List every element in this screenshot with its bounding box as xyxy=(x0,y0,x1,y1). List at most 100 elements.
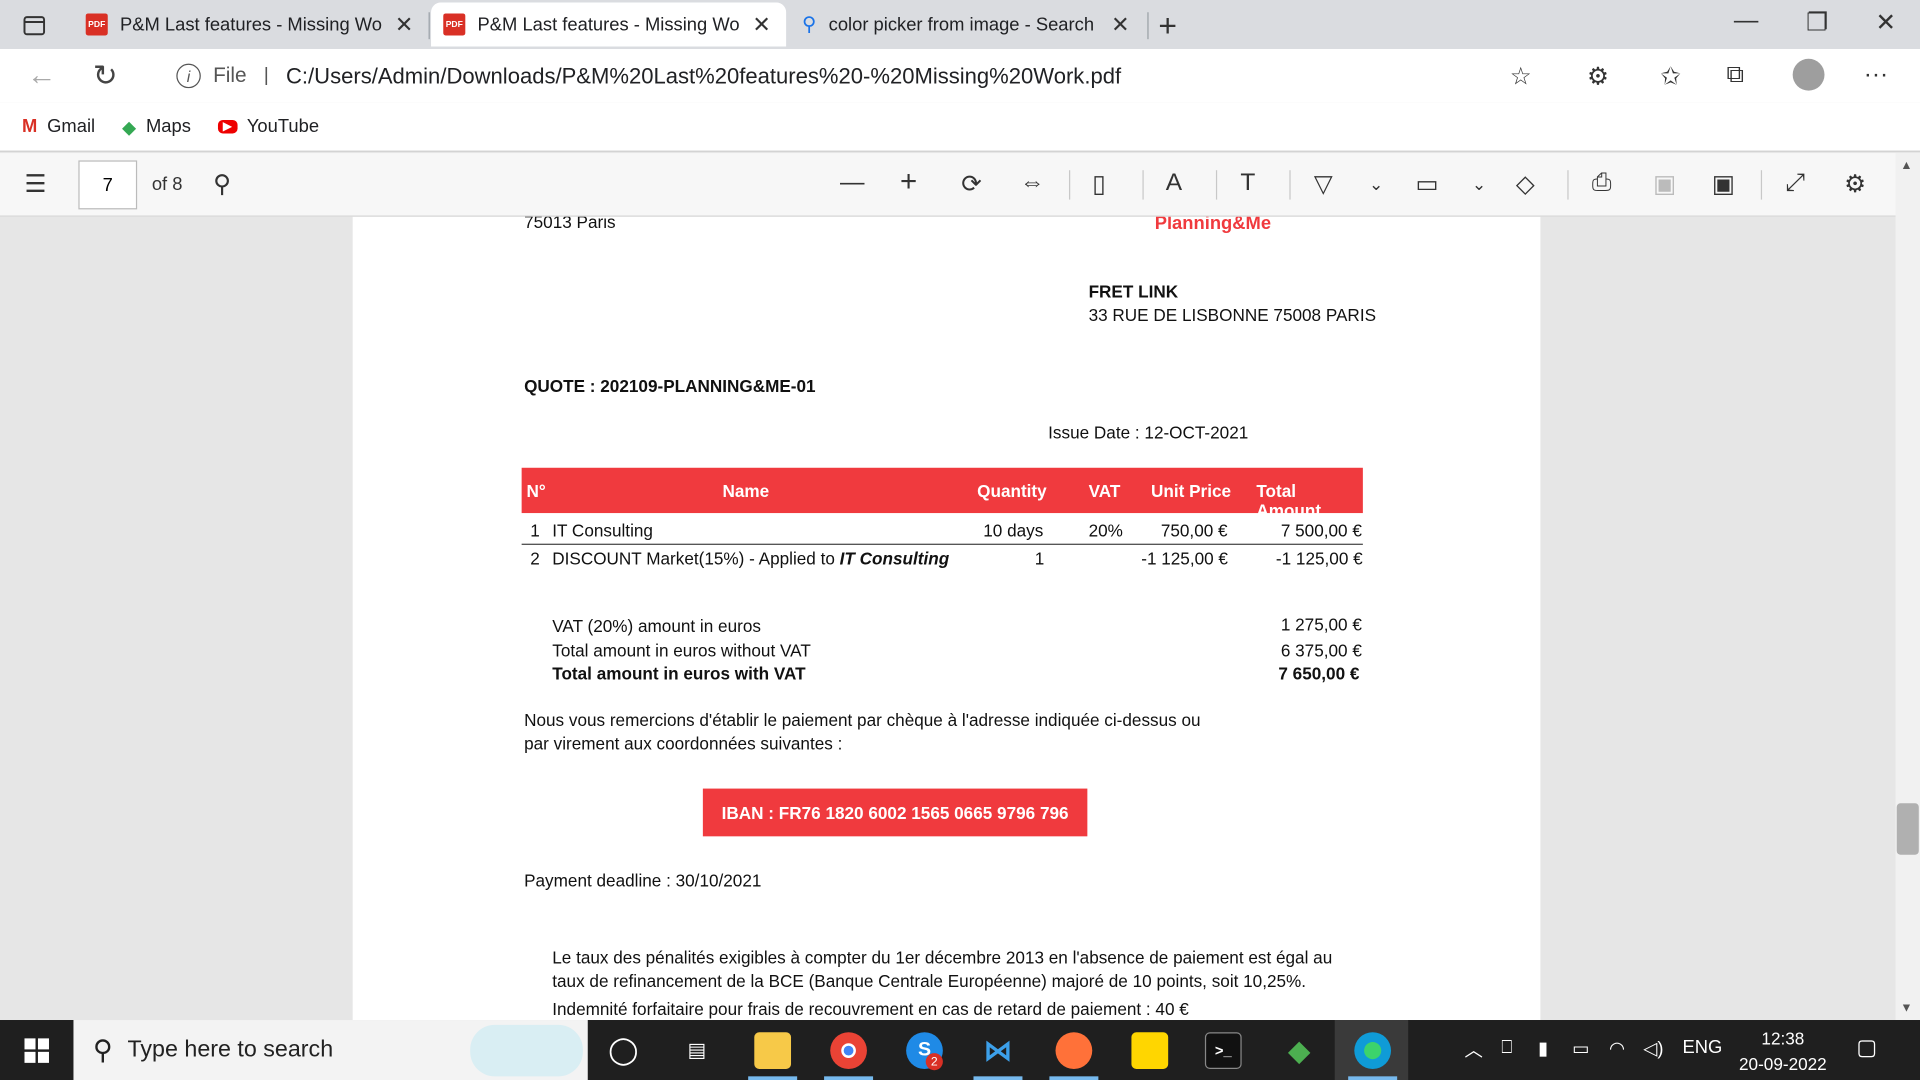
read-aloud-icon[interactable]: A xyxy=(1166,169,1182,197)
tab-separator xyxy=(1147,12,1149,40)
issue-date: Issue Date : 12-OCT-2021 xyxy=(1048,422,1249,443)
row-name: DISCOUNT Market(15%) - Applied to IT Con… xyxy=(552,549,949,569)
new-tab-icon[interactable]: + xyxy=(1158,7,1177,45)
highlight-icon[interactable]: ▭ xyxy=(1416,169,1439,200)
language-indicator[interactable]: ENG xyxy=(1682,1037,1722,1058)
page-number-input[interactable]: 7 xyxy=(78,160,138,210)
draw-icon[interactable]: ▽ xyxy=(1314,169,1333,200)
minimize-icon[interactable]: — xyxy=(1722,7,1771,35)
zoom-in-icon[interactable]: + xyxy=(900,165,917,199)
toolbar-separator xyxy=(1289,170,1291,200)
save-icon[interactable]: ▣ xyxy=(1653,169,1676,200)
clock[interactable]: 12:38 20-09-2022 xyxy=(1734,1026,1832,1077)
table-of-contents-icon[interactable]: ☰ xyxy=(24,169,46,200)
clock-date: 20-09-2022 xyxy=(1739,1054,1827,1074)
fullscreen-icon[interactable]: ⤢ xyxy=(1785,169,1805,197)
total-with-vat-label: Total amount in euros with VAT xyxy=(552,663,806,684)
bookmark-maps[interactable]: ◆ Maps xyxy=(122,116,191,137)
scroll-down-icon[interactable]: ▼ xyxy=(1900,1002,1912,1015)
app-icon[interactable]: ◆ xyxy=(1281,1032,1318,1069)
refresh-icon[interactable]: ↻ xyxy=(93,59,118,95)
scroll-up-icon[interactable]: ▲ xyxy=(1900,159,1912,172)
chevron-up-icon[interactable]: ︿ xyxy=(1465,1037,1483,1063)
avatar[interactable] xyxy=(1792,58,1825,91)
edge-icon[interactable] xyxy=(1354,1032,1392,1069)
add-text-icon[interactable]: T xyxy=(1240,169,1255,197)
chevron-down-icon[interactable]: ⌄ xyxy=(1472,174,1486,195)
penalty-text-1: Le taux des pénalités exigibles à compte… xyxy=(552,947,1333,968)
favorites-icon[interactable]: ✩ xyxy=(1660,61,1681,92)
quote-number: QUOTE : 202109-PLANNING&ME-01 xyxy=(524,375,816,396)
bookmark-youtube[interactable]: ▶ YouTube xyxy=(217,116,319,137)
windows-start-icon[interactable] xyxy=(24,1038,49,1063)
toolbar-separator xyxy=(1567,170,1569,200)
print-icon[interactable]: ⎙ xyxy=(1592,169,1612,197)
url-divider: | xyxy=(263,64,269,86)
row-total: 7 500,00 € xyxy=(1280,520,1362,541)
search-icon[interactable]: ⚲ xyxy=(213,169,231,200)
window-close-icon[interactable]: ✕ xyxy=(1861,7,1910,38)
chevron-down-icon[interactable]: ⌄ xyxy=(1369,174,1383,195)
collections-icon[interactable]: ⧉ xyxy=(1727,61,1744,89)
eraser-icon[interactable]: ◇ xyxy=(1516,169,1535,200)
extensions-icon[interactable]: ⚙ xyxy=(1587,61,1609,92)
vscode-icon[interactable]: ⋈ xyxy=(980,1032,1017,1069)
payment-text-2: par virement aux coordonnées suivantes : xyxy=(524,733,843,754)
row-name-applied-item: IT Consulting xyxy=(839,548,950,569)
file-explorer-icon[interactable] xyxy=(754,1032,792,1069)
zoom-out-icon[interactable]: — xyxy=(840,169,864,197)
tab-title: color picker from image - Search xyxy=(828,14,1095,35)
close-icon[interactable]: ✕ xyxy=(1108,12,1132,38)
row-total: -1 125,00 € xyxy=(1275,548,1363,569)
row-number: 1 xyxy=(530,520,540,541)
page-view-icon[interactable]: ▯ xyxy=(1092,169,1105,200)
sticky-notes-icon[interactable] xyxy=(1131,1032,1169,1069)
tab-actions-icon[interactable] xyxy=(12,10,56,42)
terminal-icon[interactable]: >_ xyxy=(1204,1032,1242,1069)
rotate-icon[interactable]: ⟳ xyxy=(961,169,982,200)
recipient-name: FRET LINK xyxy=(1088,281,1179,302)
close-icon[interactable]: ✕ xyxy=(392,12,416,38)
scrollbar-thumb[interactable] xyxy=(1896,803,1919,855)
back-icon[interactable]: ← xyxy=(27,59,56,93)
task-view-icon[interactable]: ◯ xyxy=(605,1032,642,1069)
total-with-vat-value: 7 650,00 € xyxy=(1278,663,1360,684)
close-icon[interactable]: ✕ xyxy=(749,12,773,38)
microphone-icon[interactable]: ▮ xyxy=(1538,1037,1548,1059)
search-icon: ⚲ xyxy=(93,1034,113,1065)
vertical-scrollbar[interactable] xyxy=(1895,153,1920,1021)
fit-width-icon[interactable]: ⇔ xyxy=(1020,169,1044,197)
app-active-indicator xyxy=(824,1076,874,1080)
row-quantity: 1 xyxy=(1034,548,1045,569)
pdf-viewport[interactable]: 75013 Paris Planning&Me FRET LINK 33 RUE… xyxy=(0,216,1896,1021)
pdf-icon: PDF xyxy=(85,13,108,36)
wifi-icon[interactable]: ◠ xyxy=(1609,1037,1625,1059)
chrome-icon[interactable] xyxy=(830,1032,867,1069)
bookmark-gmail[interactable]: M Gmail xyxy=(22,116,95,137)
widgets-icon[interactable]: ▤ xyxy=(678,1032,715,1069)
col-vat: VAT xyxy=(1088,481,1121,501)
youtube-icon: ▶ xyxy=(217,120,238,134)
total-without-vat-label: Total amount in euros without VAT xyxy=(552,640,811,661)
tab-pdf-1[interactable]: PDF P&M Last features - Missing Wo ✕ xyxy=(73,2,428,46)
col-unit-price: Unit Price xyxy=(1151,481,1232,501)
recipient-address: 33 RUE DE LISBONNE 75008 PARIS xyxy=(1088,304,1377,325)
meet-now-icon[interactable]: ⎕ xyxy=(1501,1037,1512,1058)
settings-icon[interactable]: ⚙ xyxy=(1844,169,1866,200)
url-field[interactable]: i File | C:/Users/Admin/Downloads/P&M%20… xyxy=(149,53,1558,98)
restore-icon[interactable]: ❐ xyxy=(1793,7,1842,38)
volume-icon[interactable]: ◁) xyxy=(1643,1037,1663,1059)
notifications-icon[interactable]: ▢ xyxy=(1856,1035,1877,1061)
site-info[interactable]: i File xyxy=(176,63,247,89)
tab-search[interactable]: ⚲ color picker from image - Search ✕ xyxy=(790,2,1145,46)
add-favorite-icon[interactable]: ☆ xyxy=(1510,61,1532,92)
penalty-text-2: taux de refinancement de la BCE (Banque … xyxy=(552,971,1307,991)
firefox-icon[interactable] xyxy=(1055,1032,1093,1069)
battery-icon[interactable]: ▭ xyxy=(1572,1037,1589,1059)
save-as-icon[interactable]: ▣ xyxy=(1712,169,1735,200)
sender-city: 75013 Paris xyxy=(524,216,616,232)
toolbar-separator xyxy=(1068,170,1071,200)
more-icon[interactable]: ··· xyxy=(1864,61,1888,89)
brand-logo: Planning&Me xyxy=(1154,216,1272,234)
tab-pdf-2[interactable]: PDF P&M Last features - Missing Wo ✕ xyxy=(431,2,787,47)
